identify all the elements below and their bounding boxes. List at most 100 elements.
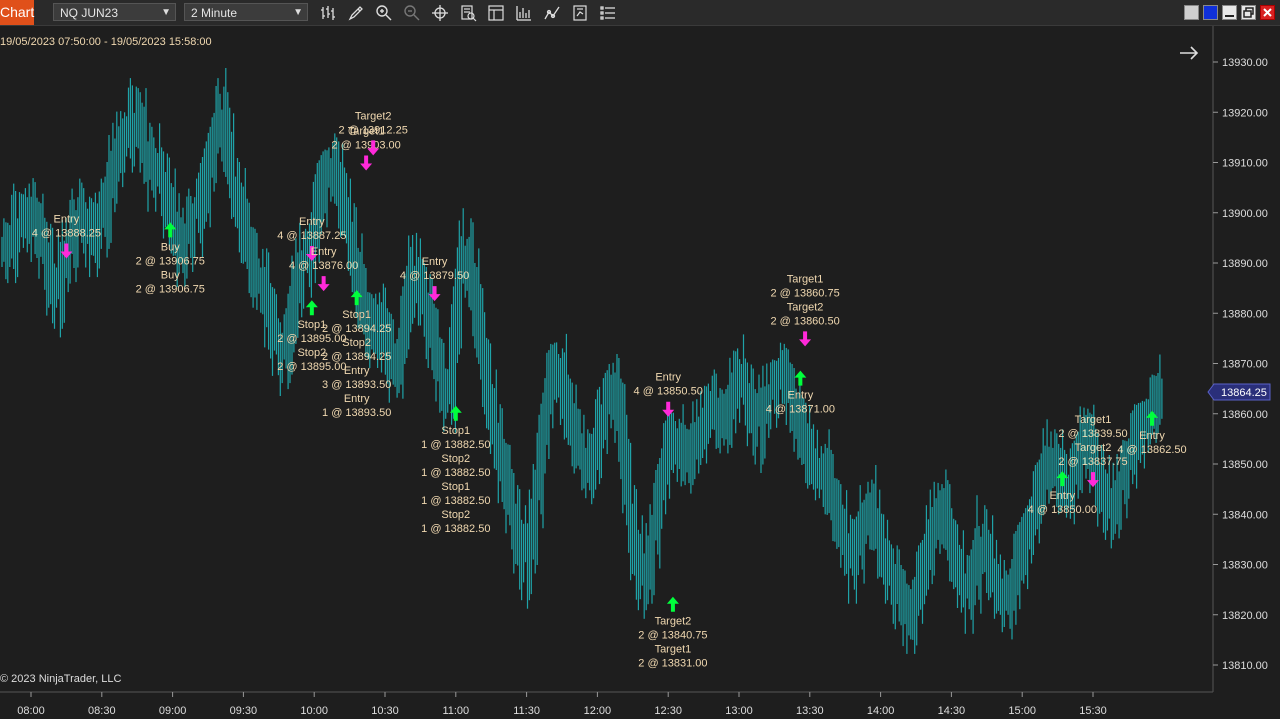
down-arrow-shape [662, 401, 675, 417]
execution-label: Entry [344, 393, 370, 405]
execution-label: Entry [788, 390, 814, 402]
execution-label: 1 @ 13893.50 [322, 407, 391, 419]
time-tick-label: 12:30 [654, 705, 682, 717]
execution-label: Target1 [655, 644, 692, 656]
price-tick-label: 13870.00 [1222, 359, 1268, 371]
current-price-marker: 13864.25 [1207, 383, 1271, 401]
buy-arrow-icon[interactable] [666, 596, 679, 612]
up-arrow-shape [350, 290, 363, 306]
up-arrow-shape [305, 300, 318, 316]
execution-label: 2 @ 13906.75 [136, 255, 205, 267]
price-chart[interactable]: Entry 4 @ 13888.25 Buy 2 @ 13906.75 Buy 2 @ 1… [0, 0, 1280, 719]
time-tick-label: 13:00 [725, 705, 753, 717]
execution-label: 2 @ 13912.25 [339, 124, 408, 136]
buy-arrow-icon[interactable] [305, 300, 318, 316]
time-tick-label: 10:30 [371, 705, 399, 717]
execution-label: 4 @ 13871.00 [766, 404, 835, 416]
execution-label: 2 @ 13837.75 [1058, 456, 1127, 468]
copyright-label: © 2023 NinjaTrader, LLC [0, 673, 122, 685]
execution-label: 2 @ 13906.75 [136, 283, 205, 295]
price-tick-label: 13910.00 [1222, 158, 1268, 170]
sell-arrow-icon[interactable] [317, 276, 330, 292]
sell-arrow-icon[interactable] [360, 155, 373, 171]
execution-label: Target2 [355, 110, 392, 122]
execution-label: 4 @ 13862.50 [1117, 444, 1186, 456]
time-tick-label: 08:00 [17, 705, 45, 717]
price-tick-label: 13880.00 [1222, 308, 1268, 320]
execution-label: 2 @ 13839.50 [1058, 428, 1127, 440]
time-tick-label: 11:00 [442, 705, 469, 717]
price-tick-label: 13920.00 [1222, 107, 1268, 119]
price-tick-label: 13830.00 [1222, 560, 1268, 572]
execution-label: Target2 [1075, 442, 1112, 454]
execution-label: Buy [161, 241, 180, 253]
up-arrow-shape [794, 370, 807, 386]
scroll-right-arrow-icon[interactable] [1180, 46, 1199, 60]
execution-label: 2 @ 13860.75 [770, 287, 839, 299]
execution-label: Entry [655, 372, 681, 384]
execution-label: 4 @ 13850.50 [634, 386, 703, 398]
execution-label: Entry [1139, 430, 1165, 442]
time-tick-label: 12:00 [584, 705, 612, 717]
time-tick-label: 14:30 [938, 705, 966, 717]
execution-label: 4 @ 13879.50 [400, 270, 469, 282]
execution-label: 2 @ 13894.25 [322, 351, 391, 363]
execution-label: 2 @ 13860.50 [770, 315, 839, 327]
execution-label: 2 @ 13894.25 [322, 323, 391, 335]
execution-label: Stop2 [342, 337, 371, 349]
buy-arrow-icon[interactable] [794, 370, 807, 386]
time-tick-label: 15:00 [1008, 705, 1036, 717]
execution-label: Target2 [787, 301, 824, 313]
time-tick-label: 09:00 [159, 705, 187, 717]
execution-label: 4 @ 13876.00 [289, 260, 358, 272]
buy-arrow-icon[interactable] [350, 290, 363, 306]
price-axis: 13930.00 13920.00 13910.00 13900.00 13890.00… [1213, 57, 1268, 672]
time-tick-label: 11:30 [513, 705, 540, 717]
up-arrow-shape [666, 596, 679, 612]
down-arrow-shape [799, 331, 812, 347]
sell-arrow-icon[interactable] [662, 401, 675, 417]
execution-label: Entry [54, 213, 80, 225]
down-arrow-shape [317, 276, 330, 292]
execution-label: 1 @ 13882.50 [421, 439, 490, 451]
time-tick-label: 10:00 [300, 705, 328, 717]
execution-label: Stop1 [342, 309, 371, 321]
price-tick-label: 13860.00 [1222, 409, 1268, 421]
execution-label: Entry [344, 365, 370, 377]
execution-label: 2 @ 13840.75 [638, 630, 707, 642]
current-price-label: 13864.25 [1221, 387, 1267, 399]
time-tick-label: 13:30 [796, 705, 824, 717]
execution-label: Entry [299, 216, 325, 228]
time-tick-label: 08:30 [88, 705, 116, 717]
execution-label: Stop2 [441, 509, 470, 521]
execution-label: Entry [311, 246, 337, 258]
execution-label: 2 @ 13831.00 [638, 658, 707, 670]
execution-label: Entry [1049, 490, 1075, 502]
execution-label: 2 @ 13903.00 [331, 140, 400, 152]
execution-label: Entry [422, 256, 448, 268]
price-bars [1, 68, 1163, 654]
sell-arrow-icon[interactable] [799, 331, 812, 347]
execution-label: 4 @ 13888.25 [32, 227, 101, 239]
price-tick-label: 13820.00 [1222, 610, 1268, 622]
time-axis: 08:00 08:30 09:00 09:30 10:00 10:30 11:00 11:30… [17, 692, 1107, 717]
price-tick-label: 13810.00 [1222, 660, 1268, 672]
price-tick-label: 13840.00 [1222, 509, 1268, 521]
price-tick-label: 13850.00 [1222, 459, 1268, 471]
execution-label: 4 @ 13850.00 [1028, 504, 1097, 516]
price-tick-label: 13900.00 [1222, 208, 1268, 220]
price-tick-label: 13930.00 [1222, 57, 1268, 69]
time-tick-label: 14:00 [867, 705, 895, 717]
execution-label: Target2 [655, 616, 692, 628]
execution-label: 4 @ 13887.25 [277, 230, 346, 242]
execution-label: Target1 [1075, 414, 1112, 426]
execution-label: 1 @ 13882.50 [421, 523, 490, 535]
execution-label: Target1 [787, 273, 824, 285]
execution-label: Buy [161, 269, 180, 281]
execution-label: 3 @ 13893.50 [322, 379, 391, 391]
time-tick-label: 09:30 [230, 705, 258, 717]
execution-label: Stop1 [441, 481, 470, 493]
execution-label: 1 @ 13882.50 [421, 467, 490, 479]
time-tick-label: 15:30 [1079, 705, 1107, 717]
execution-label: Stop1 [441, 425, 470, 437]
